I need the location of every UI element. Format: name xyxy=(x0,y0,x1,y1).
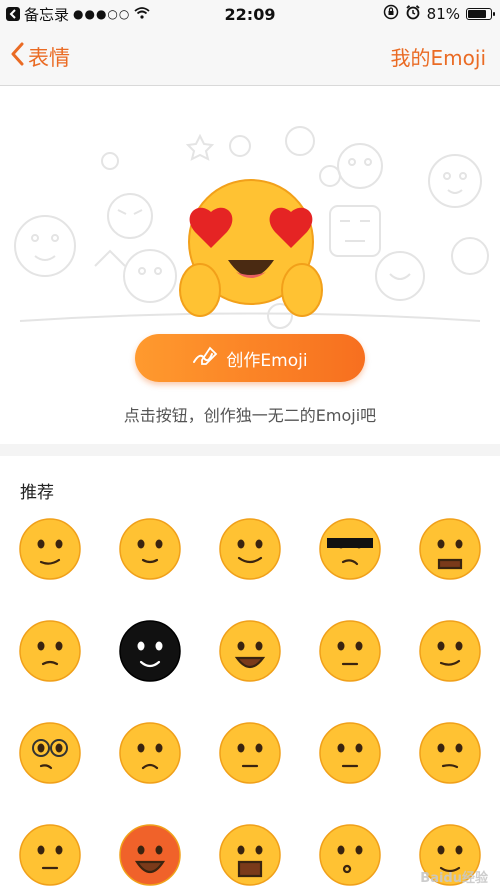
battery-icon xyxy=(466,8,495,20)
heart-eyes-emoji xyxy=(179,179,323,317)
my-emoji-button[interactable]: 我的Emoji xyxy=(391,42,486,71)
battery-percent: 81% xyxy=(426,5,460,23)
nav-bar: 表情 我的Emoji xyxy=(0,28,500,86)
recommend-section: 推荐 Baidu经验 xyxy=(0,456,500,890)
thinking-face-emoji[interactable] xyxy=(17,516,83,582)
watermark: Baidu经验 xyxy=(420,871,488,886)
glasses-face-emoji[interactable] xyxy=(17,720,83,786)
rotation-lock-icon xyxy=(383,4,399,24)
back-to-app-icon[interactable] xyxy=(6,7,20,21)
wifi-icon xyxy=(134,5,150,23)
disappointed-face-emoji[interactable] xyxy=(217,720,283,786)
signal-strength: ●●●○○ xyxy=(73,7,131,21)
unamused-face-emoji[interactable] xyxy=(317,720,383,786)
hero-section: 创作Emoji 点击按钮，创作独一无二的Emoji吧 xyxy=(0,86,500,444)
create-hint-text: 点击按钮，创作独一无二的Emoji吧 xyxy=(123,406,377,425)
create-emoji-button[interactable]: 创作Emoji xyxy=(135,334,365,382)
status-right: 81% xyxy=(330,4,500,24)
chevron-left-icon xyxy=(10,42,24,71)
smug-face-emoji[interactable] xyxy=(17,822,83,888)
black-furry-face-emoji[interactable] xyxy=(117,618,183,684)
worried-face-emoji[interactable] xyxy=(117,720,183,786)
status-left: 备忘录 ●●●○○ xyxy=(0,4,170,25)
tearful-face-emoji[interactable] xyxy=(217,516,283,582)
back-button[interactable]: 表情 xyxy=(10,42,70,72)
recommend-title: 推荐 xyxy=(20,483,54,503)
covering-eyes-face-emoji[interactable] xyxy=(117,516,183,582)
create-emoji-label: 创作Emoji xyxy=(226,350,308,371)
facepalm-face-emoji[interactable] xyxy=(17,618,83,684)
crying-face-emoji[interactable] xyxy=(217,822,283,888)
furious-face-emoji[interactable] xyxy=(117,822,183,888)
status-bar: 备忘录 ●●●○○ 22:09 81% xyxy=(0,0,500,28)
status-time: 22:09 xyxy=(224,4,276,24)
back-label: 表情 xyxy=(28,45,70,70)
pondering-face-emoji[interactable] xyxy=(417,720,483,786)
grinning-face-emoji[interactable] xyxy=(217,618,283,684)
alarm-icon xyxy=(405,4,421,24)
angry-face-emoji[interactable] xyxy=(417,516,483,582)
cool-sunglasses-face-emoji[interactable] xyxy=(317,516,383,582)
battery-fill xyxy=(468,10,486,18)
back-to-app-label[interactable]: 备忘录 xyxy=(24,4,69,25)
pen-icon xyxy=(192,346,218,371)
smirking-face-emoji[interactable] xyxy=(417,618,483,684)
whistling-face-emoji[interactable] xyxy=(317,822,383,888)
skeptical-face-emoji[interactable] xyxy=(317,618,383,684)
